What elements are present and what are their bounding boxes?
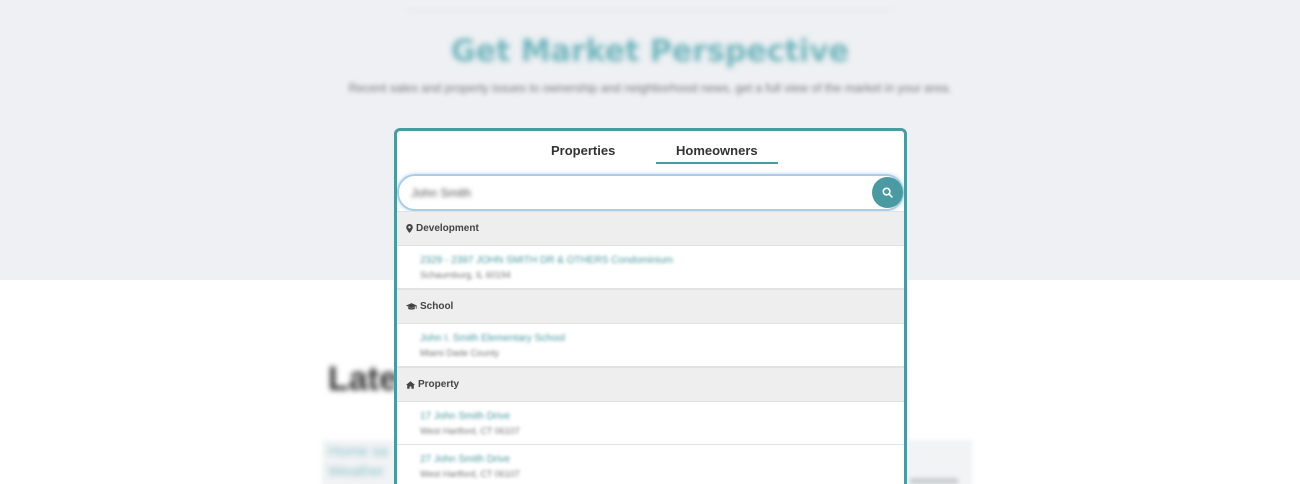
search-tabs: Properties Homeowners	[397, 131, 904, 173]
search-results: Development 2329 - 2397 JOHN SMITH DR & …	[397, 211, 904, 484]
tab-homeowners[interactable]: Homeowners	[656, 143, 778, 164]
group-header-school: School	[397, 289, 904, 324]
search-button[interactable]	[872, 177, 903, 208]
result-subtitle: West Hartford, CT 06107	[420, 469, 520, 479]
result-title: 17 John Smith Drive	[420, 411, 511, 422]
group-label: Development	[416, 223, 479, 234]
result-title: John I. Smith Elementary School	[420, 333, 566, 344]
news-card-action[interactable]	[910, 478, 958, 484]
group-label: Property	[418, 379, 460, 390]
search-input[interactable]: John Smith	[397, 174, 904, 211]
result-item[interactable]: 27 John Smith Drive West Hartford, CT 06…	[397, 445, 904, 484]
group-label: School	[420, 301, 454, 312]
result-item[interactable]: 17 John Smith Drive West Hartford, CT 06…	[397, 402, 904, 445]
result-title: 2329 - 2397 JOHN SMITH DR & OTHERS Condo…	[420, 255, 673, 266]
result-subtitle: Schaumburg, IL 60194	[420, 270, 511, 280]
page-subtitle: Recent sales and property issues to owne…	[348, 81, 952, 95]
graduation-cap-icon	[406, 302, 417, 311]
home-icon	[406, 380, 415, 389]
news-card-title: Home sa Weather	[328, 443, 389, 480]
result-subtitle: West Hartford, CT 06107	[420, 426, 520, 436]
group-header-development: Development	[397, 211, 904, 246]
result-subtitle: Miami Dade County	[420, 348, 500, 358]
page-title: Get Market Perspective	[450, 34, 850, 69]
search-input-value: John Smith	[411, 185, 472, 200]
search-bar: John Smith	[397, 174, 904, 211]
top-divider	[405, 0, 895, 10]
search-widget: Properties Homeowners John Smith Develop…	[394, 128, 907, 484]
tab-properties[interactable]: Properties	[531, 143, 635, 162]
map-marker-icon	[406, 224, 413, 233]
result-item[interactable]: John I. Smith Elementary School Miami Da…	[397, 324, 904, 367]
result-title: 27 John Smith Drive	[420, 454, 511, 465]
result-item[interactable]: 2329 - 2397 JOHN SMITH DR & OTHERS Condo…	[397, 246, 904, 289]
group-header-property: Property	[397, 367, 904, 402]
search-icon	[882, 187, 893, 198]
